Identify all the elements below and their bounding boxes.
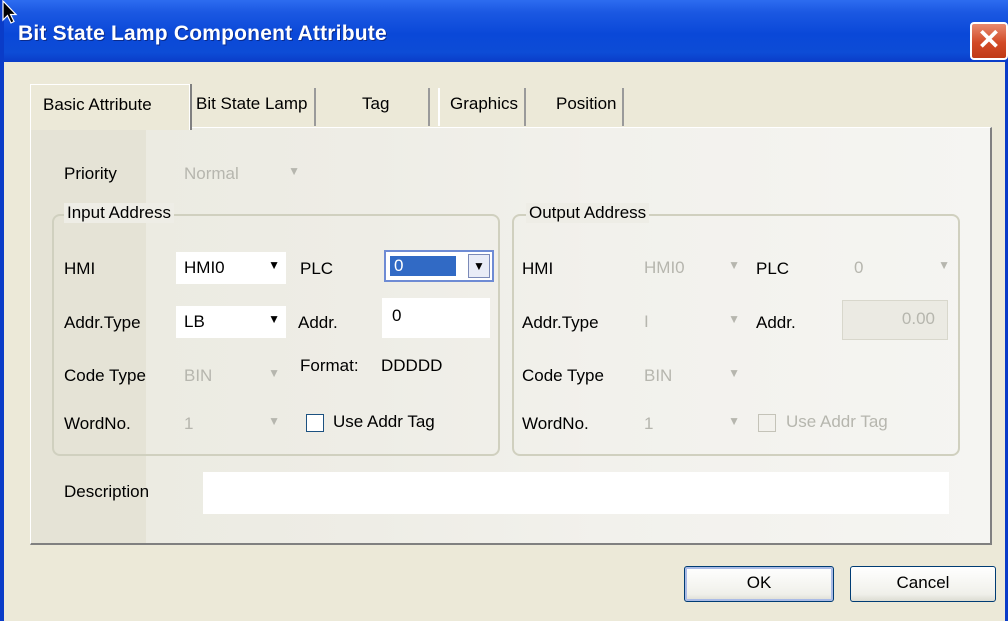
tab-label: Tag bbox=[362, 94, 390, 113]
input-format-label: Format: bbox=[300, 356, 359, 375]
input-plc-select[interactable]: 0 ▼ bbox=[384, 250, 494, 282]
output-wordno-value: 1 bbox=[644, 414, 654, 433]
input-code-type-select: BIN ▼ bbox=[176, 360, 286, 392]
tab-graphics[interactable]: Graphics bbox=[438, 88, 527, 126]
output-wordno-label: WordNo. bbox=[522, 414, 589, 433]
tab-label: Graphics bbox=[450, 94, 519, 113]
input-address-title: Input Address bbox=[64, 203, 174, 223]
input-code-type-value: BIN bbox=[184, 366, 213, 385]
output-wordno-select: 1 ▼ bbox=[636, 408, 746, 440]
output-use-addr-tag-label: Use Addr Tag bbox=[786, 412, 888, 431]
chevron-down-icon: ▼ bbox=[728, 312, 740, 326]
output-addr-label: Addr. bbox=[756, 313, 796, 332]
input-plc-value: 0 bbox=[390, 256, 456, 276]
input-addr-label: Addr. bbox=[298, 313, 338, 332]
input-hmi-value: HMI0 bbox=[184, 258, 225, 277]
tab-label: Position bbox=[556, 94, 617, 113]
input-addr-type-select[interactable]: LB ▼ bbox=[176, 306, 286, 338]
output-hmi-select: HMI0 ▼ bbox=[636, 252, 746, 284]
input-addr-field[interactable]: 0 bbox=[382, 298, 490, 338]
output-plc-select: 0 ▼ bbox=[846, 252, 956, 284]
input-format-value: DDDDD bbox=[381, 356, 443, 375]
output-plc-value: 0 bbox=[854, 258, 864, 277]
ok-button-label: OK bbox=[746, 573, 772, 592]
description-field[interactable] bbox=[203, 472, 949, 514]
output-code-type-select: BIN ▼ bbox=[636, 360, 746, 392]
input-wordno-select: 1 ▼ bbox=[176, 408, 286, 440]
output-code-type-label: Code Type bbox=[522, 366, 604, 385]
output-address-title: Output Address bbox=[526, 203, 650, 223]
tab-tag[interactable]: Tag bbox=[354, 88, 430, 126]
description-label: Description bbox=[64, 482, 150, 501]
chevron-down-icon: ▼ bbox=[728, 258, 740, 272]
input-addr-type-value: LB bbox=[184, 312, 205, 331]
input-addr-type-label: Addr.Type bbox=[64, 313, 141, 332]
output-plc-label: PLC bbox=[756, 259, 790, 278]
input-hmi-select[interactable]: HMI0 ▼ bbox=[176, 252, 286, 284]
output-addr-type-value: I bbox=[644, 312, 649, 331]
chevron-down-icon: ▼ bbox=[288, 164, 300, 178]
input-hmi-label: HMI bbox=[64, 259, 96, 278]
output-hmi-value: HMI0 bbox=[644, 258, 685, 277]
input-wordno-label: WordNo. bbox=[64, 414, 131, 433]
chevron-down-icon: ▼ bbox=[268, 366, 280, 380]
input-wordno-value: 1 bbox=[184, 414, 194, 433]
tab-label: Bit State Lamp bbox=[196, 94, 308, 113]
input-addr-value: 0 bbox=[392, 306, 402, 325]
cancel-button-label: Cancel bbox=[896, 573, 950, 592]
output-code-type-value: BIN bbox=[644, 366, 673, 385]
ok-button[interactable]: OK bbox=[684, 566, 834, 602]
output-hmi-label: HMI bbox=[522, 259, 554, 278]
chevron-down-icon: ▼ bbox=[728, 414, 740, 428]
input-code-type-label: Code Type bbox=[64, 366, 146, 385]
chevron-down-icon: ▼ bbox=[268, 414, 280, 428]
chevron-down-icon: ▼ bbox=[728, 366, 740, 380]
tab-bit-state-lamp[interactable]: Bit State Lamp bbox=[196, 88, 316, 126]
tab-position[interactable]: Position bbox=[550, 88, 625, 126]
output-addr-type-select: I ▼ bbox=[636, 306, 746, 338]
input-use-addr-tag-label: Use Addr Tag bbox=[333, 412, 435, 431]
output-addr-type-label: Addr.Type bbox=[522, 313, 599, 332]
mouse-pointer-icon bbox=[2, 0, 18, 24]
tab-basic-attribute[interactable]: Basic Attribute bbox=[30, 84, 190, 130]
priority-value: Normal bbox=[184, 164, 239, 183]
window-title: Bit State Lamp Component Attribute bbox=[18, 22, 387, 45]
chevron-down-icon: ▼ bbox=[268, 312, 280, 326]
chevron-down-icon: ▼ bbox=[268, 258, 280, 272]
chevron-down-icon[interactable]: ▼ bbox=[468, 254, 490, 278]
input-use-addr-tag-checkbox[interactable] bbox=[306, 414, 324, 432]
close-button[interactable]: ✕ bbox=[970, 22, 1008, 60]
tab-label: Basic Attribute bbox=[43, 95, 152, 114]
output-use-addr-tag-checkbox bbox=[758, 414, 776, 432]
priority-select: Normal ▼ bbox=[176, 158, 306, 190]
output-addr-field: 0.00 bbox=[842, 300, 948, 340]
priority-label: Priority bbox=[64, 164, 117, 183]
output-addr-value: 0.00 bbox=[901, 309, 935, 328]
chevron-down-icon: ▼ bbox=[938, 258, 950, 272]
input-plc-label: PLC bbox=[300, 259, 334, 278]
title-bar[interactable]: Bit State Lamp Component Attribute ✕ bbox=[4, 0, 1008, 62]
cancel-button[interactable]: Cancel bbox=[850, 566, 996, 602]
close-icon: ✕ bbox=[977, 24, 1001, 55]
